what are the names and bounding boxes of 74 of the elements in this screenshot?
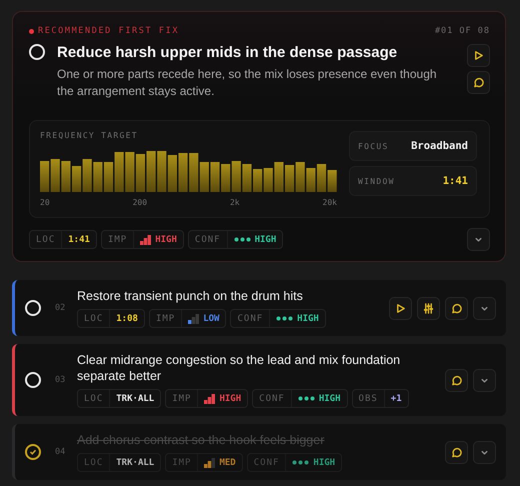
tag-label: IMP [166,454,198,471]
signal-bars-icon [188,314,200,324]
axis-tick-label: 200 [132,198,148,207]
recommended-label: RECOMMENDED FIRST FIX [29,26,180,36]
play-icon [395,302,406,314]
fix-title: Reduce harsh upper mids in the dense passage [57,44,398,61]
row-number: 04 [55,447,66,457]
speech-bubble-icon [451,374,462,386]
dots-icon [298,396,315,401]
axis-tick-label: 20 [40,198,50,207]
fix-row[interactable]: 03 Clear midrange congestion so the lead and mix foundation separate better LOC TRK·ALL IMP HIGH CONF HIGH OBS +1 [12,344,506,416]
fix-description: One or more parts recede here, so the mix loses presence even though the arrangement stays active. [57,66,438,100]
row-number: 02 [55,303,66,313]
signal-bars-icon [140,234,152,244]
fix-row[interactable]: 02 Restore transient punch on the drum hits LOC 1:08 IMP LOW CONF HIGH [12,280,506,336]
fix-title: Restore transient punch on the drum hits [77,288,304,304]
tag-value: HIGH [254,234,276,244]
check-circle[interactable] [29,44,45,60]
tag-value: 1:41 [67,234,91,244]
tag-value: TRK·ALL [115,394,156,404]
tag-value: LOW [203,314,220,324]
tag-value: HIGH [297,314,319,324]
tag-value: MED [219,458,236,468]
comment-button[interactable] [445,440,468,464]
tag-value: HIGH [219,394,242,404]
comment-button[interactable] [445,296,468,320]
speech-bubble-icon [451,446,462,458]
stat-label: FOCUS [358,142,389,150]
play-button[interactable] [389,296,412,320]
tag-value: +1 [390,394,403,404]
tag-value: HIGH [313,458,336,468]
fix-title: Add chorus contrast so the hook feels bigger [77,432,326,448]
axis-tick-label: 20k [322,198,337,207]
speech-bubble-icon [473,77,484,88]
comment-button[interactable] [467,71,490,94]
tag-label: LOC [78,310,110,327]
tag-value: HIGH [155,234,177,244]
tag-label: OBS [352,390,385,407]
fix-row[interactable]: 04 Add chorus contrast so the hook feels bigger LOC TRK·ALL IMP MED CONF HIGH [12,424,506,480]
dots-icon [292,460,310,465]
play-button[interactable] [467,44,490,67]
tag-label: LOC [78,390,110,407]
counter-label: #01 OF 08 [434,26,490,36]
mixer-button[interactable] [417,296,440,320]
frequency-label: FREQUENCY TARGET [40,131,139,140]
tag-label: IMP [166,390,198,407]
tag-value: HIGH [318,394,341,404]
stat-value: Broadband [411,140,468,152]
tag-value: 1:08 [115,314,139,324]
dots-icon [234,237,251,242]
tag-value: TRK·ALL [115,458,156,468]
signal-bars-icon [204,458,216,468]
tag-label: IMP [150,310,182,327]
tag-label: LOC [30,231,62,248]
comment-button[interactable] [445,368,468,392]
tag-label: LOC [78,454,110,471]
tag-label: CONF [188,231,228,248]
tag-label: CONF [253,390,292,407]
row-number: 03 [55,375,66,385]
checked-circle[interactable] [25,444,41,460]
speech-bubble-icon [451,302,462,314]
fix-title: Clear midrange congestion so the lead and mix foundation separate better [77,352,402,384]
tag-label: CONF [231,310,270,327]
dots-icon [276,316,294,321]
tag-label: IMP [102,231,134,248]
check-circle[interactable] [25,372,41,388]
check-circle[interactable] [25,300,41,316]
axis-tick-label: 2k [230,198,240,207]
tag-label: CONF [248,454,286,471]
sliders-icon [423,302,434,314]
signal-bars-icon [204,394,216,404]
stat-label: WINDOW [358,176,395,186]
stat-value: 1:41 [442,175,468,187]
play-icon [473,50,484,61]
